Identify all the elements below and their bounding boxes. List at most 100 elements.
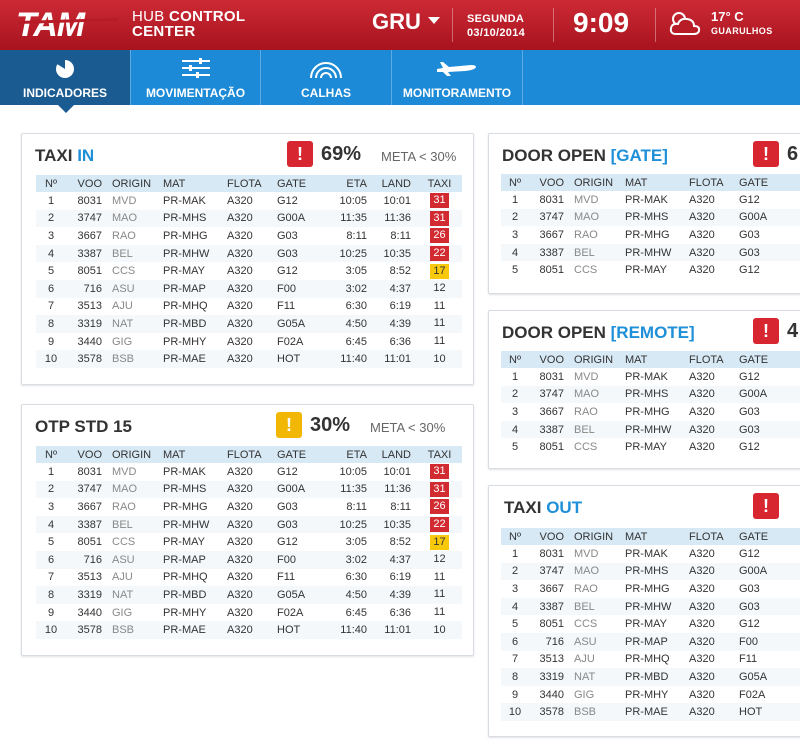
table-row[interactable]: 2 3747 MAO PR-MHS A320 G00A 11:35 11:36 31 (36, 480, 462, 499)
table-row[interactable]: 9 3440 GIG PR-MHY A320 F02A (501, 686, 800, 704)
table-cell: 3387 (529, 597, 570, 616)
table-cell: 8031 (539, 193, 564, 206)
panel-percent: 6 (787, 143, 799, 165)
table-cell: 8:52 (389, 536, 411, 549)
table-cell: G05A (735, 668, 787, 686)
column-header-overflow (787, 174, 800, 191)
taxi-time-cell: 11 (417, 333, 462, 351)
table-row[interactable]: 1 8031 MVD PR-MAK A320 G12 1 (501, 545, 800, 563)
table-cell: 10:25 (321, 515, 373, 534)
table-row[interactable]: 5 8051 CCS PR-MAY A320 G12 3:05 8:52 17 (36, 533, 462, 551)
table-row[interactable]: 7 3513 AJU PR-MHQ A320 F11 (501, 651, 800, 669)
airport-selector[interactable]: GRU (372, 9, 421, 35)
table-row[interactable]: 6 716 ASU PR-MAP A320 F00 3:02 4:37 12 (36, 550, 462, 569)
table-row[interactable]: 23747MAOPR-MHSA320G00A1 (501, 562, 800, 581)
table-cell: 4:37 (373, 279, 417, 298)
table-cell: G12 (739, 441, 760, 454)
table-cell: MVD (574, 370, 599, 383)
table-row[interactable]: 5 8051 CCS PR-MAY A320 G12 (501, 261, 800, 279)
table-row[interactable]: 1 8031 MVD PR-MAK A320 G12 10:05 10:01 31 (36, 463, 462, 481)
table-row[interactable]: 23747MAOPR-MHSA320G00A1 (501, 385, 800, 404)
table-cell: ASU (108, 550, 159, 569)
tab-monitoramento[interactable]: MONITORAMENTO (392, 50, 522, 105)
table-cell: 11:40 (321, 621, 373, 639)
table-cell: 10:05 (339, 465, 367, 478)
table-cell: 3319 (66, 315, 108, 333)
taxi-time-cell: 10 (417, 350, 462, 368)
table-row[interactable]: 8 3319 NAT PR-MBD A320 G05A 4:50 4:39 11 (36, 315, 462, 333)
table-cell: 1 (511, 370, 519, 383)
table-cell: 2 (501, 562, 529, 581)
table-cell: 8 (501, 668, 529, 686)
table-cell: F00 (273, 550, 321, 569)
table-cell: 3387 (529, 420, 570, 439)
table-cell: 6:30 (345, 300, 367, 313)
table-cell: 8:52 (389, 265, 411, 278)
table-header: Nº VOO ORIGIN MAT FLOTA GATE ETA LAND TAXI (36, 175, 462, 192)
table-row[interactable]: 4 3387 BEL PR-MHW A320 G03 10:25 10:35 22 (36, 515, 462, 534)
column-header: LAND (373, 446, 417, 463)
table-cell: A320 (685, 385, 735, 404)
table-row[interactable]: 9 3440 GIG PR-MHY A320 F02A 6:45 6:36 11 (36, 604, 462, 622)
table-cell: G03 (739, 228, 760, 241)
table-row[interactable]: 5 8051 CCS PR-MAY A320 G12 (501, 438, 800, 456)
table-cell: F11 (277, 300, 296, 313)
table-cell: 4 (36, 244, 66, 263)
table-row[interactable]: 3 3667 RAO PR-MHG A320 G03 8:11 8:11 26 (36, 498, 462, 516)
tab-calhas[interactable]: CALHAS (261, 50, 391, 105)
table-cell: 3578 (529, 703, 570, 721)
table-cell: 6:19 (389, 571, 411, 584)
table-row[interactable]: 5 8051 CCS PR-MAY A320 G12 3:05 8:52 17 (36, 262, 462, 280)
tam-logo[interactable]: TAM (14, 6, 122, 42)
table-cell-overflow: 1 (787, 545, 800, 563)
table-cell: F11 (277, 571, 296, 584)
table-row[interactable]: 3 3667 RAO PR-MHG A320 G03 (501, 580, 800, 598)
table-row[interactable]: 8 3319 NAT PR-MBD A320 G05A (501, 668, 800, 686)
table-row[interactable]: 9 3440 GIG PR-MHY A320 F02A 6:45 6:36 11 (36, 333, 462, 351)
table-row[interactable]: 7 3513 AJU PR-MHQ A320 F11 6:30 6:19 11 (36, 569, 462, 587)
table-header: Nº VOO ORIGIN MAT FLOTA GATE (501, 528, 800, 545)
table-row[interactable]: 10 3578 BSB PR-MAE A320 HOT (501, 703, 800, 721)
table-cell: F00 (273, 279, 321, 298)
table-row[interactable]: 8 3319 NAT PR-MBD A320 G05A 4:50 4:39 11 (36, 586, 462, 604)
table-cell: 3319 (529, 668, 570, 686)
table-cell: A320 (685, 243, 735, 262)
table-row[interactable]: 3 3667 RAO PR-MHG A320 G03 (501, 226, 800, 244)
table-row[interactable]: 23747MAOPR-MHSA320G00A1 (501, 208, 800, 227)
table-row[interactable]: 10 3578 BSB PR-MAE A320 HOT 11:40 11:01 10 (36, 350, 462, 368)
column-header-overflow (787, 351, 800, 368)
table-cell: MAO (570, 562, 621, 581)
taxi-time-cell: 26 (417, 498, 462, 516)
table-row[interactable]: 6 716 ASU PR-MAP A320 F00 3:02 4:37 12 (36, 279, 462, 298)
table-row[interactable]: 43387BELPR-MHWA320G031 (501, 597, 800, 616)
panel-otp: OTP STD 15 ! 30% META < 30% Nº VOO ORIGIN M… (21, 404, 474, 656)
table-cell: A320 (227, 500, 253, 513)
chevron-down-icon[interactable] (428, 17, 440, 24)
table-row[interactable]: 5 8051 CCS PR-MAY A320 G12 (501, 615, 800, 633)
table-cell: 6:19 (389, 300, 411, 313)
taxi-time-cell: 11 (417, 315, 462, 333)
table-row[interactable]: 2 3747 MAO PR-MHS A320 G00A 11:35 11:36 31 (36, 209, 462, 228)
table-row[interactable]: 1 8031 MVD PR-MAK A320 G12 1 (501, 191, 800, 209)
table-row[interactable]: 10 3578 BSB PR-MAE A320 HOT 11:40 11:01 10 (36, 621, 462, 639)
tab-movimentacao[interactable]: MOVIMENTAÇÃO (131, 50, 260, 105)
table-cell: ASU (108, 279, 159, 298)
table-row[interactable]: 7 3513 AJU PR-MHQ A320 F11 6:30 6:19 11 (36, 298, 462, 316)
table-row[interactable]: 43387BELPR-MHWA320G031 (501, 420, 800, 439)
table-row[interactable]: 43387BELPR-MHWA320G031 (501, 243, 800, 262)
pie-chart-icon (56, 59, 74, 78)
svg-text:TAM: TAM (16, 6, 86, 42)
table-row[interactable]: 4 3387 BEL PR-MHW A320 G03 10:25 10:35 22 (36, 244, 462, 263)
table-cell: 6 (36, 279, 66, 298)
column-header: VOO (529, 528, 570, 545)
taxi-time-cell: 10 (417, 621, 462, 639)
table-cell: 3319 (66, 586, 108, 604)
table-row[interactable]: 1 8031 MVD PR-MAK A320 G12 10:05 10:01 31 (36, 192, 462, 210)
table-row[interactable]: 1 8031 MVD PR-MAK A320 G12 1 (501, 368, 800, 386)
table-row[interactable]: 3 3667 RAO PR-MHG A320 G03 (501, 403, 800, 421)
table-cell: PR-MHG (625, 405, 670, 418)
table-row[interactable]: 6 716 ASU PR-MAP A320 F00 (501, 632, 800, 651)
column-header: GATE (273, 175, 321, 192)
tab-indicadores[interactable]: INDICADORES (0, 50, 130, 105)
table-row[interactable]: 3 3667 RAO PR-MHG A320 G03 8:11 8:11 26 (36, 227, 462, 245)
